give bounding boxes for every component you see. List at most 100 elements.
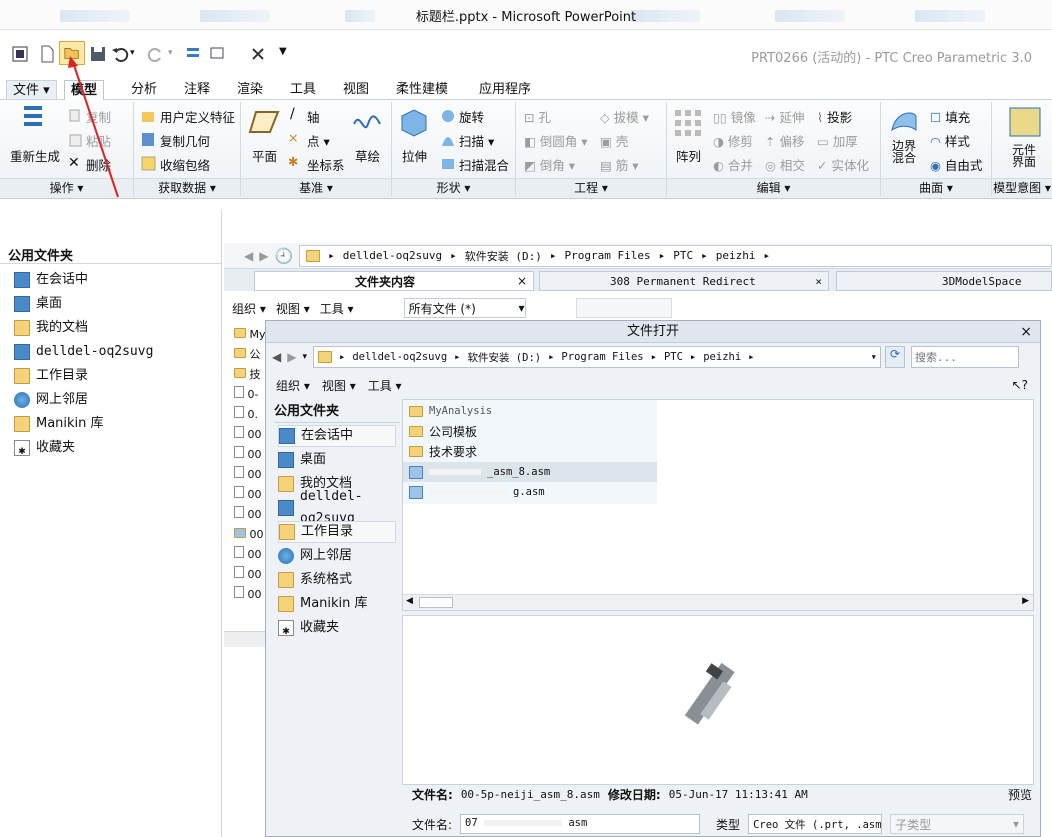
browser-breadcrumb[interactable]: ▸ delldel-oq2suvg ▸ 软件安装 (D:) ▸ Program File… <box>299 244 1052 267</box>
rib-button[interactable]: ▤ 筋 ▾ <box>600 155 639 174</box>
tab-annotate[interactable]: 注释 <box>178 80 216 100</box>
scroll-left-icon[interactable]: ◀ <box>406 596 413 606</box>
tab-render[interactable]: 渲染 <box>231 80 269 100</box>
list-item[interactable]: 00 <box>234 425 268 445</box>
file-item[interactable]: 公司模板 <box>409 422 477 440</box>
horizontal-scrollbar[interactable] <box>224 631 269 647</box>
help-icon[interactable]: ↖? <box>1012 378 1028 392</box>
redo-icon[interactable] <box>146 44 166 64</box>
nav-computer[interactable]: delldel-oq2suvg <box>14 341 153 363</box>
freestyle-button[interactable]: ◉ 自由式 <box>930 155 982 174</box>
fill-button[interactable]: ☐ 填充 <box>930 107 970 126</box>
point-button[interactable]: 点 ▾ <box>307 131 330 150</box>
list-item[interactable]: 00 <box>234 485 268 505</box>
dlg-nav-desktop[interactable]: 桌面 <box>278 449 326 471</box>
open-file-button[interactable] <box>59 41 85 65</box>
list-item[interactable]: 0- <box>234 385 268 405</box>
file-item[interactable]: 技术要求 <box>409 442 477 460</box>
tab-folder-contents[interactable]: 文件夹内容 × <box>254 271 534 291</box>
sketch-button[interactable]: 草绘 <box>355 146 380 165</box>
organize-button[interactable]: 组织 ▾ <box>232 300 266 317</box>
csys-button[interactable]: 坐标系 <box>307 155 345 174</box>
dlg-nav-manikin[interactable]: Manikin 库 <box>278 593 368 615</box>
forward-icon[interactable]: ▶ <box>287 350 296 364</box>
list-item[interactable]: 公 <box>234 345 268 365</box>
group-surfaces[interactable]: 曲面 ▾ <box>881 178 991 198</box>
tools-button[interactable]: 工具 ▾ <box>320 300 354 317</box>
list-item[interactable]: 00 <box>234 565 268 585</box>
copy-button[interactable]: 复制 <box>86 107 111 126</box>
extend-button[interactable]: ⇢ 延伸 <box>765 107 804 126</box>
group-editing[interactable]: 编辑 ▾ <box>667 178 880 198</box>
dlg-nav-working-directory[interactable]: 工作目录 <box>278 521 396 543</box>
file-filter-select[interactable]: 所有文件 (*) ▾ <box>403 298 526 318</box>
nav-manikin-library[interactable]: Manikin 库 <box>14 413 104 435</box>
thicken-button[interactable]: ▭ 加厚 <box>817 131 858 150</box>
scroll-right-icon[interactable]: ▶ <box>1022 596 1029 606</box>
dlg-nav-in-session[interactable]: 在会话中 <box>278 425 396 447</box>
axis-button[interactable]: 轴 <box>307 107 320 126</box>
file-item[interactable]: MyAnalysis <box>409 402 492 420</box>
nav-working-directory[interactable]: 工作目录 <box>14 365 88 387</box>
nav-network[interactable]: 网上邻居 <box>14 389 88 411</box>
close-tab-icon[interactable]: × <box>815 275 822 288</box>
mirror-button[interactable]: ▯▯ 镜像 <box>713 107 756 126</box>
dialog-breadcrumb[interactable]: ▸ delldel-oq2suvg ▸ 软件安装 (D:) ▸ Program File… <box>313 346 881 368</box>
close-tab-icon[interactable]: × <box>517 274 527 288</box>
udf-button[interactable]: 用户定义特征 <box>160 107 235 126</box>
swept-blend-button[interactable]: 扫描混合 <box>459 155 509 174</box>
paste-button[interactable]: 粘贴 <box>86 131 111 150</box>
tab-3dmodelspace[interactable]: 3DModelSpace <box>836 271 1052 291</box>
scroll-thumb[interactable] <box>419 597 453 608</box>
shrinkwrap-button[interactable]: 收缩包络 <box>160 155 210 174</box>
tab-file[interactable]: 文件 ▾ <box>6 80 57 100</box>
close-dialog-icon[interactable]: × <box>1020 321 1032 343</box>
file-item[interactable]: g.asm <box>409 482 545 502</box>
revolve-button[interactable]: 旋转 <box>459 107 484 126</box>
save-icon[interactable] <box>88 44 108 64</box>
chamfer-button[interactable]: ◩ 倒角 ▾ <box>524 155 575 174</box>
forward-icon[interactable]: ▶ <box>259 249 268 263</box>
dlg-nav-computer[interactable]: delldel-oq2suvg <box>278 489 400 526</box>
recent-dropdown-icon[interactable]: ▾ <box>302 352 307 362</box>
group-model-intent[interactable]: 模型意图 ▾ <box>992 178 1052 198</box>
pattern-button[interactable]: 阵列 <box>676 146 701 165</box>
horizontal-scrollbar[interactable]: ◀ ▶ <box>403 594 1033 610</box>
style-button[interactable]: ◠ 样式 <box>930 131 970 150</box>
dlg-nav-favorites[interactable]: ✱ 收藏夹 <box>278 617 339 639</box>
undo-dropdown-icon[interactable]: ▾ <box>130 48 135 58</box>
list-item[interactable]: My <box>234 325 268 345</box>
group-shape[interactable]: 形状 ▾ <box>392 178 515 198</box>
file-type-select[interactable]: Creo 文件 (.prt, .asm▾ <box>748 814 883 834</box>
undo-icon[interactable] <box>110 44 130 64</box>
history-icon[interactable]: 🕘 <box>274 247 293 265</box>
address-dropdown-icon[interactable]: ▾ <box>871 351 877 363</box>
copy-geometry-button[interactable]: 复制几何 <box>160 131 210 150</box>
offset-button[interactable]: ⇡ 偏移 <box>765 131 804 150</box>
trim-button[interactable]: ◑ 修剪 <box>713 131 753 150</box>
tab-analysis[interactable]: 分析 <box>125 80 163 100</box>
file-item-selected[interactable]: _asm_8.asm <box>403 462 657 482</box>
subtype-select[interactable]: 子类型 ▾ <box>890 814 1025 834</box>
component-interface-button[interactable]: 元件界面 <box>1012 144 1038 168</box>
back-icon[interactable]: ◀ <box>244 249 253 263</box>
group-get-data[interactable]: 获取数据 ▾ <box>134 178 240 198</box>
list-item[interactable]: 00 <box>234 465 268 485</box>
regenerate-icon[interactable] <box>184 44 204 64</box>
nav-in-session[interactable]: 在会话中 <box>14 269 88 291</box>
window-icon[interactable] <box>10 44 30 64</box>
close-window-icon[interactable] <box>248 44 268 64</box>
view-button[interactable]: 视图 ▾ <box>276 300 310 317</box>
list-item[interactable]: 0. <box>234 405 268 425</box>
group-engineering[interactable]: 工程 ▾ <box>516 178 666 198</box>
nav-favorites[interactable]: ✱ 收藏夹 <box>14 437 75 459</box>
redo-dropdown-icon[interactable]: ▾ <box>168 48 173 58</box>
tab-redirect[interactable]: 308 Permanent Redirect × <box>539 271 829 291</box>
tab-applications[interactable]: 应用程序 <box>473 80 537 100</box>
list-item[interactable]: 00 <box>234 545 268 565</box>
filename-input[interactable]: 07 asm <box>460 814 701 834</box>
solidify-button[interactable]: ✓ 实体化 <box>817 155 869 174</box>
windows-icon[interactable] <box>208 44 228 64</box>
group-datum[interactable]: 基准 ▾ <box>241 178 391 198</box>
back-icon[interactable]: ◀ <box>272 350 281 364</box>
